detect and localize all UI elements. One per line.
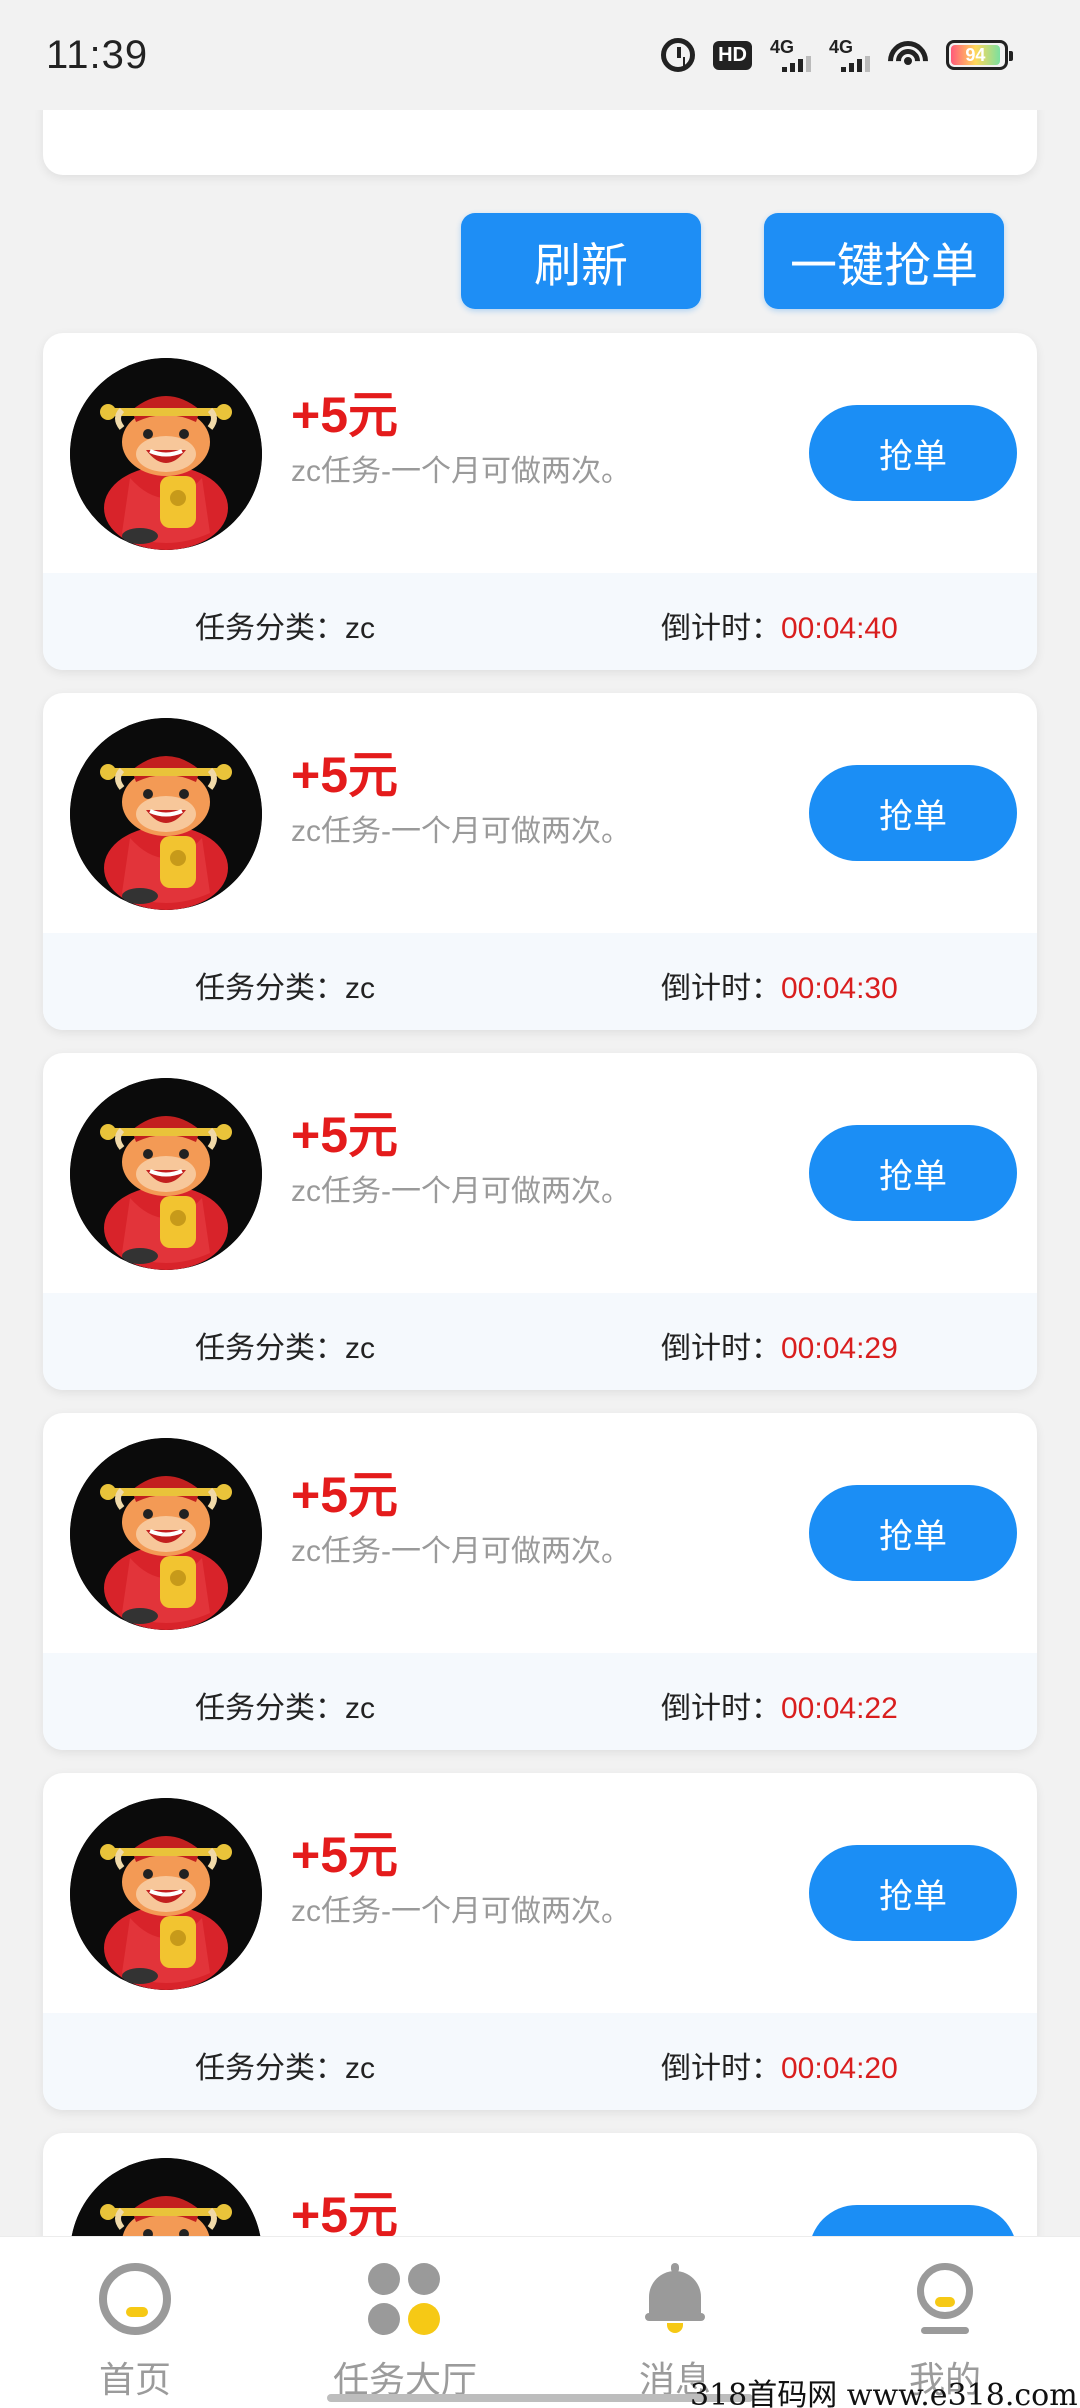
task-hall-icon [368, 2263, 442, 2337]
signal-icon-sim2: 4G [829, 38, 870, 72]
alarm-icon [661, 38, 696, 72]
grab-order-button[interactable]: 抢单 [809, 405, 1017, 501]
task-category: 任务分类：zc [195, 972, 375, 1005]
task-avatar [70, 1798, 262, 1990]
task-description: zc任务-一个月可做两次。 [291, 1535, 631, 1568]
task-description: zc任务-一个月可做两次。 [291, 455, 631, 488]
task-meta: 任务分类：zc 倒计时：00:04:22 [43, 1653, 1037, 1750]
wifi-icon [888, 39, 928, 71]
task-category: 任务分类：zc [195, 1332, 375, 1365]
signal-icon-sim1: 4G [770, 38, 811, 72]
task-category: 任务分类：zc [195, 612, 375, 645]
task-countdown: 倒计时：00:04:30 [661, 972, 898, 1005]
task-countdown-value: 00:04:22 [781, 1692, 898, 1725]
task-countdown-value: 00:04:20 [781, 2052, 898, 2085]
task-main: +5元 zc任务-一个月可做两次。 抢单 [43, 1413, 1037, 1653]
task-countdown-value: 00:04:30 [781, 972, 898, 1005]
task-avatar [70, 1078, 262, 1270]
task-category: 任务分类：zc [195, 2052, 375, 2085]
task-category: 任务分类：zc [195, 1692, 375, 1725]
task-countdown: 倒计时：00:04:29 [661, 1332, 898, 1365]
watermark: 318首码网 www.e318.com [690, 2378, 1078, 2408]
battery-icon: 94 [946, 40, 1013, 70]
status-icons: HD 4G 4G 94 [661, 38, 1013, 72]
status-time: 11:39 [46, 32, 149, 77]
task-card: +5元 zc任务-一个月可做两次。 抢单 任务分类：zc 倒计时：00:04:2… [43, 1773, 1037, 2110]
task-countdown: 倒计时：00:04:40 [661, 612, 898, 645]
task-category-value: zc [345, 1692, 375, 1725]
grab-all-button[interactable]: 一键抢单 [764, 213, 1004, 309]
task-meta: 任务分类：zc 倒计时：00:04:20 [43, 2013, 1037, 2110]
task-countdown: 倒计时：00:04:20 [661, 2052, 898, 2085]
task-meta: 任务分类：zc 倒计时：00:04:40 [43, 573, 1037, 670]
task-countdown-value: 00:04:29 [781, 1332, 898, 1365]
previous-card [43, 100, 1037, 175]
task-category-value: zc [345, 972, 375, 1005]
hd-icon: HD [713, 40, 752, 70]
task-card: +5元 zc任务-一个月可做两次。 抢单 任务分类：zc 倒计时：00:04:2… [43, 1053, 1037, 1390]
task-reward: +5元 [291, 747, 399, 803]
grab-order-button[interactable]: 抢单 [809, 1845, 1017, 1941]
task-description: zc任务-一个月可做两次。 [291, 1895, 631, 1928]
battery-level: 94 [951, 45, 1000, 65]
task-countdown-value: 00:04:40 [781, 612, 898, 645]
task-card: +5元 zc任务-一个月可做两次。 抢单 任务分类：zc 倒计时：00:04:3… [43, 693, 1037, 1030]
task-main: +5元 zc任务-一个月可做两次。 抢单 [43, 333, 1037, 573]
grab-order-button[interactable]: 抢单 [809, 1485, 1017, 1581]
task-description: zc任务-一个月可做两次。 [291, 815, 631, 848]
grab-order-button[interactable]: 抢单 [809, 1125, 1017, 1221]
grab-order-button[interactable]: 抢单 [809, 765, 1017, 861]
task-meta: 任务分类：zc 倒计时：00:04:30 [43, 933, 1037, 1030]
task-meta: 任务分类：zc 倒计时：00:04:29 [43, 1293, 1037, 1390]
bell-icon [645, 2263, 705, 2335]
status-bar: 11:39 HD 4G 4G 94 [0, 0, 1080, 110]
task-card: +5元 zc任务-一个月可做两次。 抢单 任务分类：zc 倒计时：00:04:2… [43, 1413, 1037, 1750]
task-main: +5元 zc任务-一个月可做两次。 抢单 [43, 1053, 1037, 1293]
nav-item-task-hall[interactable]: 任务大厅 [270, 2237, 540, 2408]
nav-item-home[interactable]: 首页 [0, 2237, 270, 2408]
refresh-button[interactable]: 刷新 [461, 213, 701, 309]
profile-icon [913, 2263, 977, 2343]
task-avatar [70, 358, 262, 550]
task-avatar [70, 718, 262, 910]
task-reward: +5元 [291, 1107, 399, 1163]
task-main: +5元 zc任务-一个月可做两次。 抢单 [43, 1773, 1037, 2013]
task-category-value: zc [345, 1332, 375, 1365]
task-countdown: 倒计时：00:04:22 [661, 1692, 898, 1725]
task-reward: +5元 [291, 1827, 399, 1883]
task-description: zc任务-一个月可做两次。 [291, 1175, 631, 1208]
task-reward: +5元 [291, 387, 399, 443]
nav-label-home: 首页 [98, 2359, 171, 2400]
task-reward: +5元 [291, 1467, 399, 1523]
task-category-value: zc [345, 2052, 375, 2085]
home-icon [99, 2263, 171, 2335]
task-category-value: zc [345, 612, 375, 645]
task-avatar [70, 1438, 262, 1630]
task-main: +5元 zc任务-一个月可做两次。 抢单 [43, 693, 1037, 933]
task-card: +5元 zc任务-一个月可做两次。 抢单 任务分类：zc 倒计时：00:04:4… [43, 333, 1037, 670]
